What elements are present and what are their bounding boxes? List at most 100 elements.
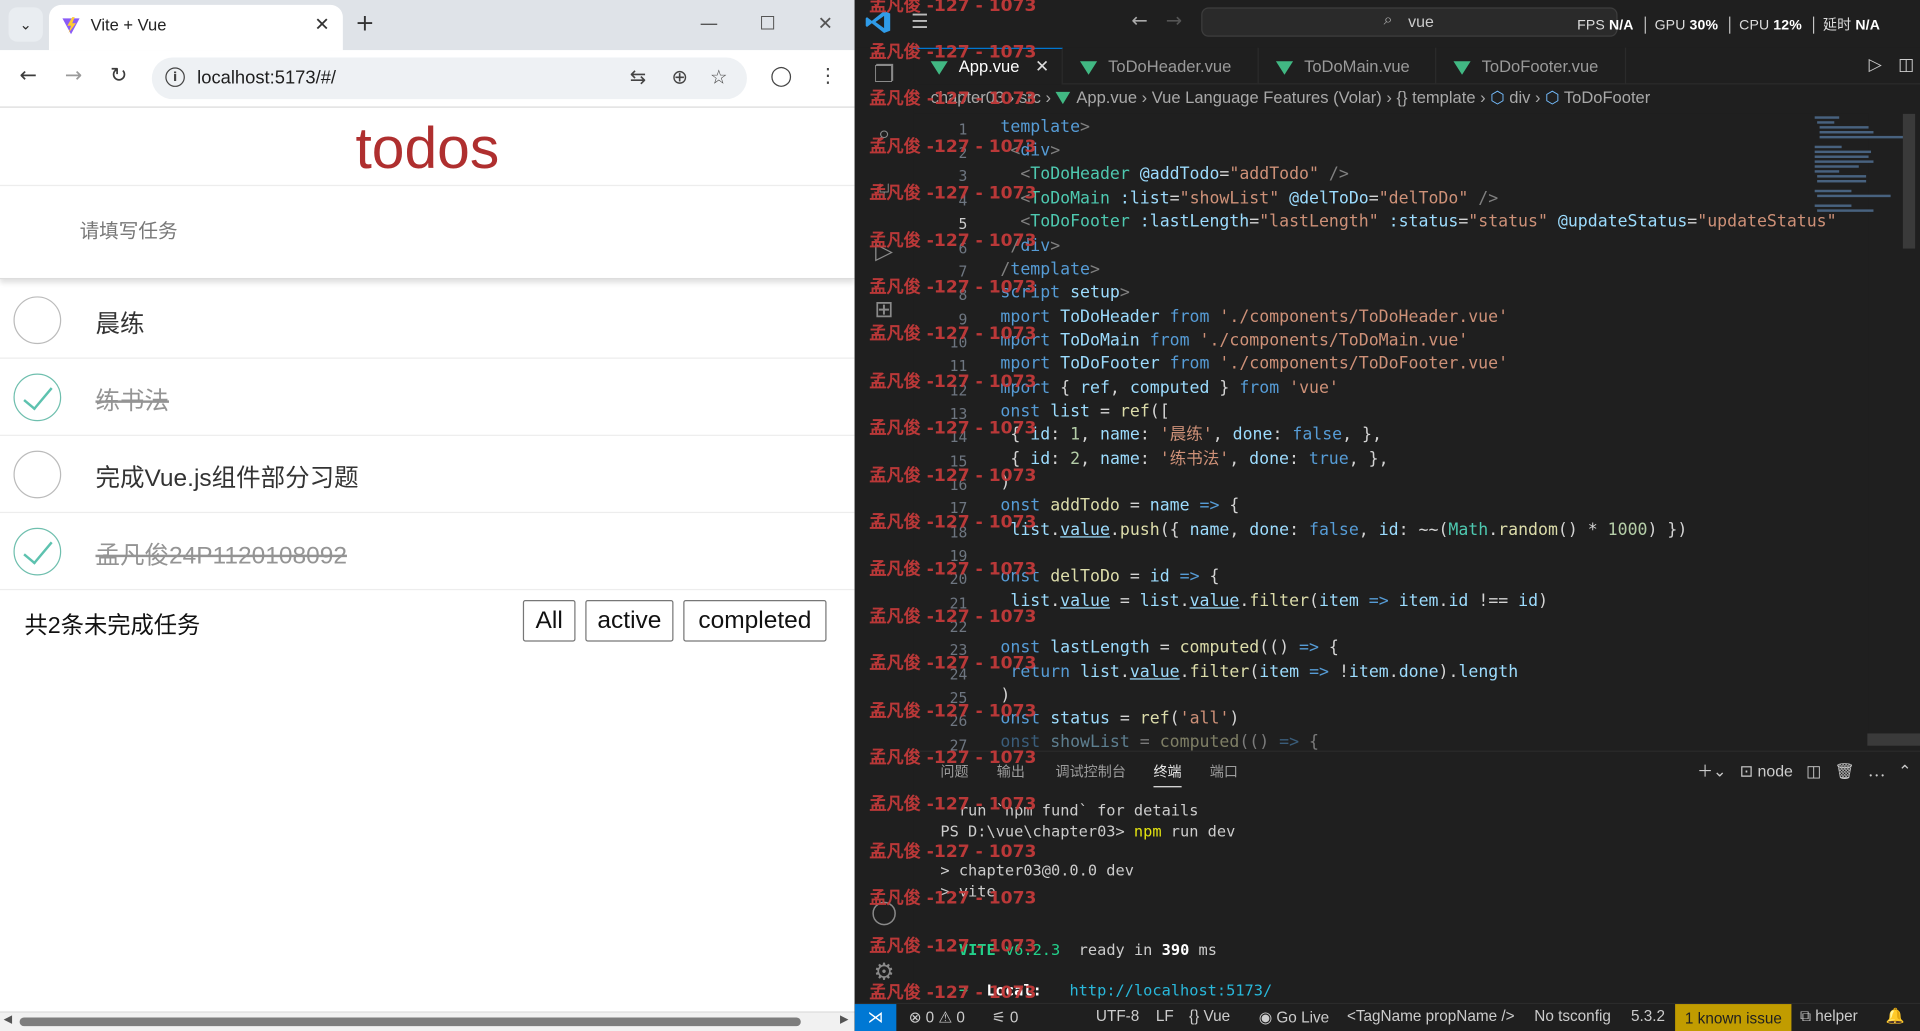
problems-status[interactable]: ⊗ 0 ⚠ 0 xyxy=(909,1008,965,1026)
tab-close-icon[interactable]: ✕ xyxy=(1035,56,1049,77)
more-icon[interactable]: ⋯ xyxy=(1868,762,1885,780)
watermark: 孟凡俊 -127 - 1073 xyxy=(869,748,1037,768)
scrollbar-thumb[interactable] xyxy=(19,1017,801,1027)
split-editor-icon[interactable]: ◫ xyxy=(1898,55,1914,75)
todo-checkbox[interactable] xyxy=(13,296,62,345)
panel-tab-terminal[interactable]: 终端 xyxy=(1153,762,1182,788)
todo-label[interactable]: 晨练 xyxy=(96,304,145,340)
terminal-name[interactable]: node xyxy=(1757,762,1792,780)
maximize-panel-icon[interactable]: ⌃ xyxy=(1898,762,1911,780)
new-tab-icon[interactable]: + xyxy=(355,11,374,35)
tab-close-icon[interactable]: ✕ xyxy=(311,13,333,37)
url-text[interactable]: localhost:5173/#/ xyxy=(197,67,336,88)
split-terminal-icon[interactable]: ◫ xyxy=(1806,762,1821,780)
watermark: 孟凡俊 -127 - 1073 xyxy=(869,653,1037,674)
breadcrumb-item[interactable]: ToDoFooter xyxy=(1564,88,1650,106)
reload-icon[interactable]: ↻ xyxy=(105,64,132,88)
eol-status[interactable]: LF xyxy=(1156,1008,1174,1025)
panel-tab-ports[interactable]: 端口 xyxy=(1210,762,1238,782)
watermark: 孟凡俊 -127 - 1073 xyxy=(869,277,1037,298)
language-status[interactable]: {} Vue xyxy=(1189,1008,1230,1025)
translate-icon[interactable]: ⇆ xyxy=(624,65,651,88)
nav-back-icon[interactable]: ← xyxy=(1131,9,1147,32)
watermark: 孟凡俊 -127 - 1073 xyxy=(869,89,1037,109)
todo-checkbox[interactable] xyxy=(13,450,62,499)
watermark: 孟凡俊 -127 - 1073 xyxy=(869,983,1037,1003)
forward-icon[interactable]: → xyxy=(60,64,87,88)
filter-completed-button[interactable]: completed xyxy=(683,599,827,642)
filter-all-button[interactable]: All xyxy=(522,599,576,642)
scroll-left-icon[interactable]: ◀ xyxy=(4,1014,12,1026)
vue-file-icon xyxy=(1453,60,1471,75)
filter-active-button[interactable]: active xyxy=(585,599,674,642)
horizontal-scrollbar[interactable]: ◀ ▶ xyxy=(0,1011,855,1031)
terminal-args: run dev xyxy=(1170,821,1236,840)
bookmark-star-icon[interactable]: ☆ xyxy=(705,65,732,88)
todo-checkbox-checked[interactable] xyxy=(13,527,62,576)
close-window-button[interactable]: ✕ xyxy=(813,12,837,34)
address-bar[interactable]: i localhost:5173/#/ ⇆ ⊕ ☆ xyxy=(151,57,747,100)
command-center-search[interactable]: ⌕ vue xyxy=(1201,7,1618,37)
golive-label: Go Live xyxy=(1276,1008,1330,1027)
code-line: mport ToDoMain from './components/ToDoMa… xyxy=(1000,330,1469,351)
panel-tab-debug-console[interactable]: 调试控制台 xyxy=(1056,762,1126,782)
helper-status[interactable]: ⧉ helper xyxy=(1800,1008,1858,1026)
error-count: 0 xyxy=(925,1008,935,1027)
editor-horizontal-scrollbar[interactable] xyxy=(1867,733,1920,746)
breadcrumb-item[interactable]: Vue Language Features (Volar) xyxy=(1152,88,1382,106)
todo-label[interactable]: 练书法 xyxy=(96,381,169,417)
nav-forward-icon[interactable]: → xyxy=(1166,9,1182,32)
tab-todofooter-vue[interactable]: ToDoFooter.vue xyxy=(1436,47,1627,85)
ports-status[interactable]: ⚟ 0 xyxy=(992,1008,1018,1026)
code-editor[interactable]: 1 2 3 4 5 6 7 8 9 10 11 12 13 14 15 16 1… xyxy=(913,113,1869,754)
browser-window: ⌄ Vite + Vue ✕ + — ☐ ✕ ← → ↻ i localhost… xyxy=(0,0,855,1031)
editor-vertical-scrollbar[interactable] xyxy=(1902,113,1916,249)
menu-kebab-icon[interactable]: ⋮ xyxy=(814,64,841,87)
tab-todoheader-vue[interactable]: ToDoHeader.vue xyxy=(1063,47,1259,85)
back-icon[interactable]: ← xyxy=(15,64,42,88)
tag-status[interactable]: <TagName propName /> xyxy=(1347,1008,1515,1025)
watermark: 孟凡俊 -127 - 1073 xyxy=(869,372,1037,392)
breadcrumb-item[interactable]: div xyxy=(1509,88,1530,106)
tab-title: Vite + Vue xyxy=(90,15,167,35)
todo-footer: 共2条未完成任务 All active completed xyxy=(0,590,855,654)
new-terminal-icon[interactable]: ＋⌄ xyxy=(1697,762,1726,780)
notifications-bell-icon[interactable]: 🔔 xyxy=(1886,1008,1905,1026)
code-line: <ToDoMain :list="showList" @delToDo="del… xyxy=(1020,188,1499,209)
encoding-status[interactable]: UTF-8 xyxy=(1096,1008,1139,1025)
todo-label[interactable]: 孟凡俊24P1120108092 xyxy=(96,535,347,571)
zoom-icon[interactable]: ⊕ xyxy=(666,65,693,88)
known-issue-badge[interactable]: 1 known issue xyxy=(1675,1004,1792,1031)
minimize-button[interactable]: — xyxy=(697,12,721,34)
tsconfig-status[interactable]: No tsconfig xyxy=(1534,1008,1611,1025)
new-todo-input[interactable] xyxy=(0,186,855,278)
minimap[interactable] xyxy=(1812,114,1910,224)
todo-checkbox-checked[interactable] xyxy=(13,373,62,422)
profile-icon[interactable]: ◯ xyxy=(768,64,795,87)
local-url-link[interactable]: http://localhost:5173/ xyxy=(1069,981,1272,999)
breadcrumb-item[interactable]: App.vue xyxy=(1076,88,1137,106)
remote-icon[interactable]: ⋊ xyxy=(854,1004,897,1031)
ts-version-status[interactable]: 5.3.2 xyxy=(1631,1008,1665,1025)
new-todo-row xyxy=(0,184,855,280)
tab-todomain-vue[interactable]: ToDoMain.vue xyxy=(1259,47,1437,85)
kill-terminal-icon[interactable]: 🗑 xyxy=(1835,762,1855,780)
ready-ms: 390 xyxy=(1161,940,1190,959)
browser-toolbar: ← → ↻ i localhost:5173/#/ ⇆ ⊕ ☆ ◯ ⋮ xyxy=(0,50,855,108)
vscode-window: ☰ ← → ⌕ vue FPS N/A │ GPU 30% │ CPU 12% … xyxy=(854,0,1920,1031)
scroll-right-icon[interactable]: ▶ xyxy=(840,1014,848,1026)
site-info-icon[interactable]: i xyxy=(165,67,185,87)
breadcrumb-item[interactable]: {} template xyxy=(1396,88,1475,106)
run-icon[interactable]: ▷ xyxy=(1869,55,1882,75)
tab-strip: ⌄ Vite + Vue ✕ + — ☐ ✕ xyxy=(0,0,855,51)
command-center-text: vue xyxy=(1408,12,1434,31)
cpu-label: CPU xyxy=(1739,18,1770,34)
browser-tab[interactable]: Vite + Vue ✕ xyxy=(48,4,343,51)
todo-label[interactable]: 完成Vue.js组件部分习题 xyxy=(96,458,359,494)
watermark: 孟凡俊 -127 - 1073 xyxy=(869,183,1037,204)
tab-search-icon[interactable]: ⌄ xyxy=(8,7,43,42)
watermark: 孟凡俊 -127 - 1073 xyxy=(869,137,1037,157)
todo-item: 练书法 xyxy=(0,359,855,436)
maximize-button[interactable]: ☐ xyxy=(756,12,780,34)
golive-status[interactable]: ◉ Go Live xyxy=(1259,1008,1329,1026)
